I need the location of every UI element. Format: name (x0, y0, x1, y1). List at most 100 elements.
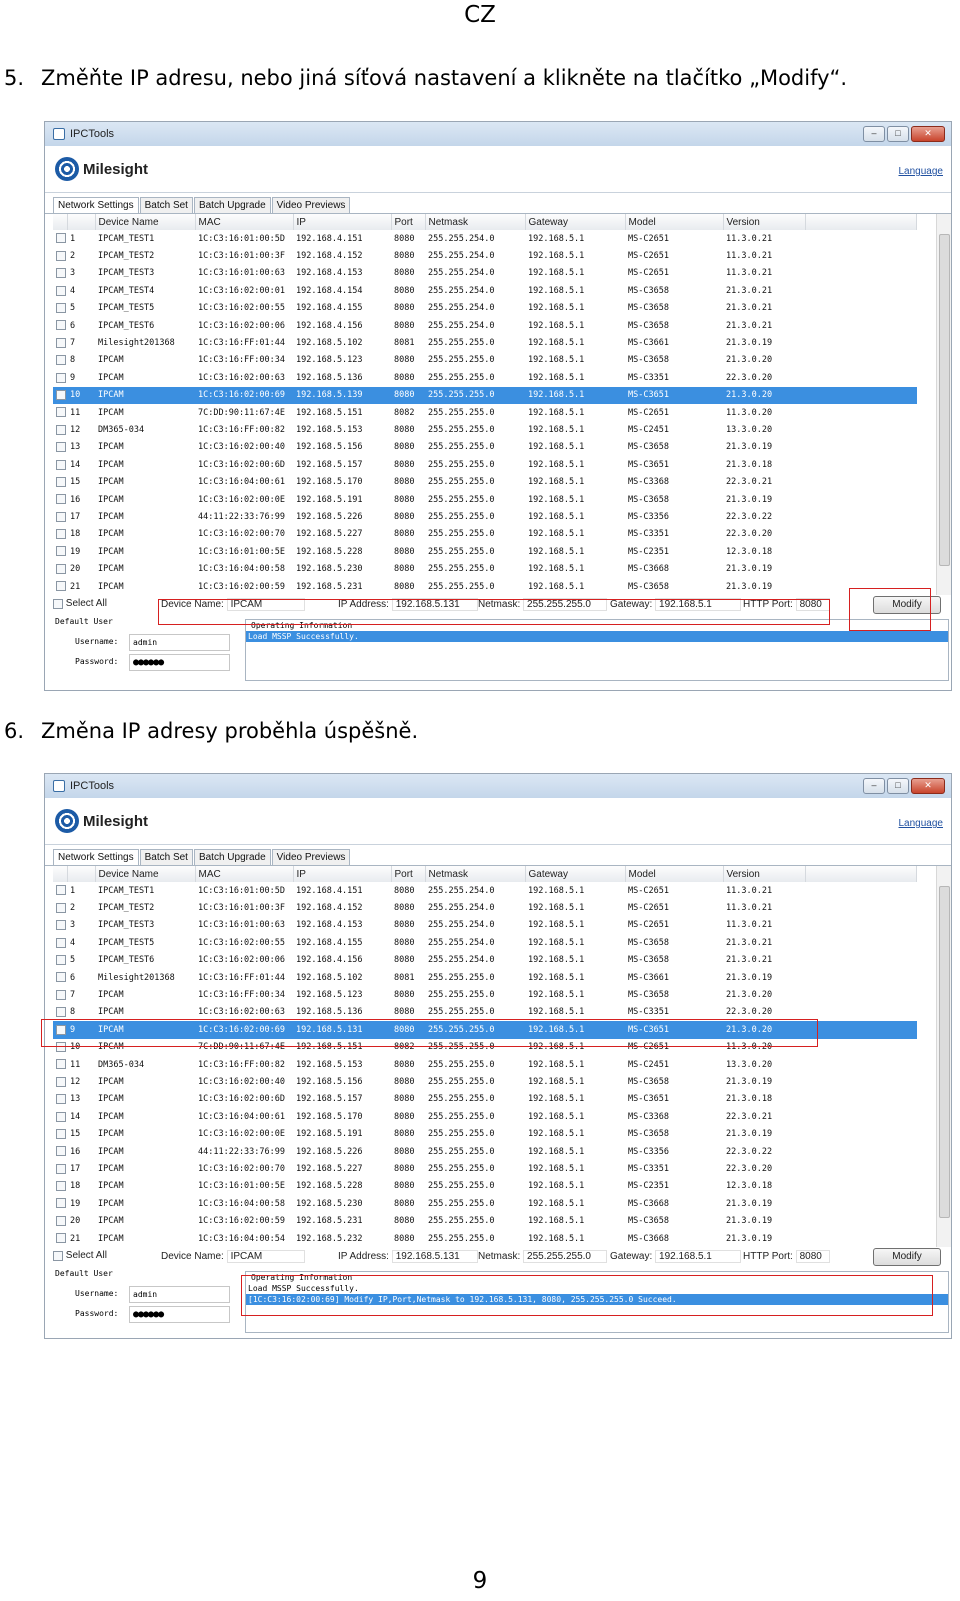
row-checkbox-cell[interactable] (53, 917, 67, 934)
row-checkbox[interactable] (56, 233, 66, 244)
row-checkbox-cell[interactable] (53, 1021, 67, 1039)
row-checkbox[interactable] (56, 372, 66, 383)
device-name-input[interactable]: IPCAM (226, 598, 305, 612)
row-checkbox-cell[interactable] (53, 265, 67, 282)
row-checkbox[interactable] (56, 1059, 66, 1070)
table-row[interactable]: 18 IPCAM 1C:C3:16:01:00:5E 192.168.5.228 808… (53, 1178, 917, 1195)
table-row[interactable]: 5 IPCAM_TEST6 1C:C3:16:02:00:06 192.168.4.1… (53, 952, 917, 969)
row-checkbox[interactable] (56, 563, 66, 574)
gateway-input[interactable]: 192.168.5.1 (655, 598, 742, 612)
table-row[interactable]: 18 IPCAM 1C:C3:16:02:00:70 192.168.5.227 808… (53, 526, 917, 543)
table-row[interactable]: 14 IPCAM 1C:C3:16:02:00:6D 192.168.5.157 808… (53, 456, 917, 473)
gateway-input[interactable]: 192.168.5.1 (655, 1250, 742, 1264)
col-gateway[interactable]: Gateway (525, 866, 626, 882)
row-checkbox-cell[interactable] (53, 1073, 67, 1090)
table-row[interactable]: 1 IPCAM_TEST1 1C:C3:16:01:00:5D 192.168.4.1… (53, 882, 917, 899)
row-checkbox[interactable] (56, 494, 66, 505)
table-row[interactable]: 21 IPCAM 1C:C3:16:04:00:54 192.168.5.232 808… (53, 1230, 917, 1247)
minimize-icon[interactable]: – (863, 126, 885, 142)
row-checkbox[interactable] (56, 285, 66, 296)
row-checkbox[interactable] (56, 250, 66, 261)
row-checkbox-cell[interactable] (53, 421, 67, 438)
col-port[interactable]: Port (391, 866, 426, 882)
row-checkbox-cell[interactable] (53, 230, 67, 247)
tab-video-previews[interactable]: Video Previews (271, 197, 351, 213)
username-input[interactable]: admin (129, 634, 230, 652)
row-checkbox-cell[interactable] (53, 456, 67, 473)
row-checkbox-cell[interactable] (53, 1004, 67, 1021)
col-gateway[interactable]: Gateway (525, 214, 626, 230)
tab-network-settings[interactable]: Network Settings (53, 849, 139, 865)
table-row[interactable]: 11 DM365-034 1C:C3:16:FF:00:82 192.168.5.15… (53, 1056, 917, 1073)
row-checkbox[interactable] (56, 1233, 66, 1244)
table-row[interactable]: 9 IPCAM 1C:C3:16:02:00:63 192.168.5.136 8080… (53, 369, 917, 386)
row-checkbox-cell[interactable] (53, 1195, 67, 1212)
table-row[interactable]: 20 IPCAM 1C:C3:16:02:00:59 192.168.5.231 808… (53, 1212, 917, 1229)
table-row[interactable]: 8 IPCAM 1C:C3:16:02:00:63 192.168.5.136 8080… (53, 1004, 917, 1021)
row-checkbox[interactable] (56, 920, 66, 931)
col-netmask[interactable]: Netmask (425, 866, 526, 882)
row-checkbox[interactable] (56, 1094, 66, 1105)
row-checkbox-cell[interactable] (53, 247, 67, 264)
table-row[interactable]: 11 IPCAM 7C:DD:90:11:67:4E 192.168.5.151 808… (53, 404, 917, 421)
col-version[interactable]: Version (723, 866, 806, 882)
http-port-input[interactable]: 8080 (795, 598, 830, 612)
row-checkbox[interactable] (56, 1215, 66, 1226)
row-checkbox-cell[interactable] (53, 1160, 67, 1177)
language-link[interactable]: Language (899, 166, 944, 177)
table-row[interactable]: 13 IPCAM 1C:C3:16:02:00:6D 192.168.5.157 808… (53, 1091, 917, 1108)
table-row[interactable]: 13 IPCAM 1C:C3:16:02:00:40 192.168.5.156 808… (53, 439, 917, 456)
col-device-name[interactable]: Device Name (95, 214, 196, 230)
table-row[interactable]: 14 IPCAM 1C:C3:16:04:00:61 192.168.5.170 808… (53, 1108, 917, 1125)
table-row[interactable]: 20 IPCAM 1C:C3:16:04:00:58 192.168.5.230 808… (53, 560, 917, 577)
tab-video-previews[interactable]: Video Previews (271, 849, 351, 865)
row-checkbox[interactable] (56, 355, 66, 366)
row-checkbox-cell[interactable] (53, 1108, 67, 1125)
row-checkbox[interactable] (56, 955, 66, 965)
row-checkbox-cell[interactable] (53, 1039, 67, 1056)
scrollbar-thumb[interactable] (939, 886, 950, 1218)
table-row[interactable]: 21 IPCAM 1C:C3:16:02:00:59 192.168.5.231 808… (53, 578, 917, 595)
col-version[interactable]: Version (723, 214, 806, 230)
table-row[interactable]: 4 IPCAM_TEST5 1C:C3:16:02:00:55 192.168.4.1… (53, 934, 917, 951)
row-checkbox[interactable] (56, 1007, 66, 1018)
row-checkbox[interactable] (56, 1076, 66, 1087)
col-model[interactable]: Model (625, 866, 724, 882)
row-checkbox[interactable] (56, 1041, 66, 1052)
row-checkbox[interactable] (56, 1198, 66, 1209)
table-row[interactable]: 10 IPCAM 7C:DD:90:11:67:4E 192.168.5.151 808… (53, 1039, 917, 1056)
row-checkbox-cell[interactable] (53, 439, 67, 456)
row-checkbox-cell[interactable] (53, 491, 67, 508)
row-checkbox[interactable] (56, 1128, 66, 1139)
row-checkbox[interactable] (56, 529, 66, 540)
table-row[interactable]: 15 IPCAM 1C:C3:16:02:00:0E 192.168.5.191 808… (53, 1125, 917, 1142)
tab-batch-upgrade[interactable]: Batch Upgrade (193, 849, 271, 865)
http-port-input[interactable]: 8080 (795, 1250, 830, 1264)
row-checkbox-cell[interactable] (53, 508, 67, 525)
password-input[interactable]: ●●●●●● (129, 1306, 230, 1324)
close-icon[interactable]: ✕ (911, 126, 945, 142)
select-all-checkbox[interactable] (53, 598, 63, 609)
row-checkbox-cell[interactable] (53, 1091, 67, 1108)
row-checkbox[interactable] (56, 989, 66, 1000)
tab-batch-set[interactable]: Batch Set (139, 849, 193, 865)
table-row[interactable]: 16 IPCAM 44:11:22:33:76:99 192.168.5.226 808… (53, 1143, 917, 1160)
table-row[interactable]: 2 IPCAM_TEST2 1C:C3:16:01:00:3F 192.168.4.1… (53, 247, 917, 264)
netmask-input[interactable]: 255.255.255.0 (523, 598, 608, 612)
table-row[interactable]: 2 IPCAM_TEST2 1C:C3:16:01:00:3F 192.168.4.1… (53, 899, 917, 916)
row-checkbox[interactable] (56, 902, 66, 913)
row-checkbox[interactable] (56, 1181, 66, 1192)
table-row[interactable]: 9 IPCAM 1C:C3:16:02:00:69 192.168.5.131 8080… (53, 1021, 917, 1039)
row-checkbox-cell[interactable] (53, 1125, 67, 1142)
device-name-input[interactable]: IPCAM (226, 1250, 305, 1264)
table-row[interactable]: 12 DM365-034 1C:C3:16:FF:00:82 192.168.5.15… (53, 421, 917, 438)
username-input[interactable]: admin (129, 1286, 230, 1304)
row-checkbox-cell[interactable] (53, 282, 67, 299)
table-row[interactable]: 3 IPCAM_TEST3 1C:C3:16:01:00:63 192.168.4.1… (53, 917, 917, 934)
language-link[interactable]: Language (899, 818, 944, 829)
modify-button[interactable]: Modify (873, 596, 941, 615)
row-checkbox-cell[interactable] (53, 404, 67, 421)
row-checkbox[interactable] (56, 1111, 66, 1122)
select-all-checkbox[interactable] (53, 1250, 63, 1261)
row-checkbox-cell[interactable] (53, 1143, 67, 1160)
